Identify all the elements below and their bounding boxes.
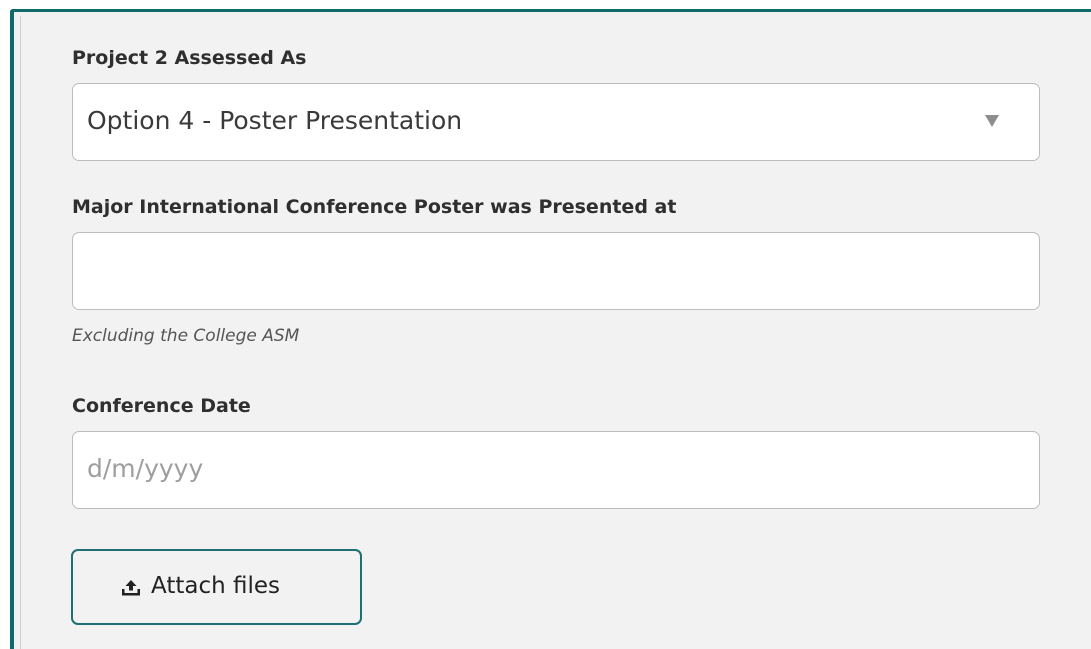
conference-date-label: Conference Date bbox=[72, 395, 251, 417]
attach-files-label: Attach files bbox=[151, 573, 281, 599]
chevron-down-icon[interactable] bbox=[985, 115, 999, 127]
conference-help-text: Excluding the College ASM bbox=[72, 326, 300, 346]
project-assessed-label: Project 2 Assessed As bbox=[72, 47, 307, 69]
attach-files-button[interactable]: Attach files bbox=[71, 549, 362, 625]
conference-date-input[interactable]: d/m/yyyy bbox=[72, 431, 1040, 509]
conference-input[interactable] bbox=[72, 232, 1040, 310]
upload-icon bbox=[122, 580, 140, 596]
project-assessed-select[interactable]: Option 4 - Poster Presentation bbox=[72, 83, 1040, 161]
project-assessed-value: Option 4 - Poster Presentation bbox=[87, 106, 463, 135]
conference-label: Major International Conference Poster wa… bbox=[72, 196, 677, 218]
conference-date-placeholder: d/m/yyyy bbox=[87, 454, 204, 483]
